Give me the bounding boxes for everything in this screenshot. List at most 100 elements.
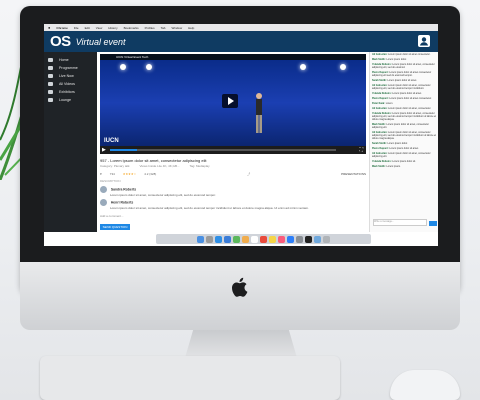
calendar-icon[interactable]	[251, 235, 258, 243]
chat-author[interactable]: Peter Kwai:	[372, 102, 386, 105]
screen: ● Chrome File Edit View History Bookmark…	[44, 24, 438, 246]
finder-icon[interactable]	[197, 235, 204, 243]
chat-author[interactable]: Pierre Dupont:	[372, 97, 389, 100]
menu-item[interactable]: Help	[188, 26, 194, 30]
comment-input[interactable]: Add a comment...	[100, 214, 200, 218]
menu-item[interactable]: Profiles	[145, 26, 155, 30]
share-icon[interactable]: ⤴	[247, 172, 250, 176]
logo-subtitle: Virtual event	[75, 36, 126, 47]
safari-icon[interactable]	[215, 235, 222, 243]
chat-author[interactable]: Ali Goksolan:	[372, 53, 388, 56]
maps-icon[interactable]	[233, 235, 240, 243]
chat-author[interactable]: Mark Smith:	[372, 165, 386, 168]
mouse	[390, 370, 460, 400]
chat-author[interactable]: Sarah Smith:	[372, 142, 387, 145]
chat-text: Lorem ipsum dolor sit amet.	[392, 92, 422, 95]
terminal-icon[interactable]	[305, 235, 312, 243]
video-views: Views Inside Lite 4K, 4K,GB...	[139, 164, 180, 168]
play-button[interactable]	[222, 94, 238, 108]
chat-text: Lorem ipsum.	[386, 165, 401, 168]
chat-text: Lorem ipsum dolor sit amet.	[389, 147, 419, 150]
player-controls: ▶ ⛶	[100, 146, 366, 154]
sidebar-item-label: Home	[59, 58, 69, 62]
main-content: UICN Virtual Event Tech IUCN ▶ ⛶ 957 - L…	[97, 52, 369, 232]
chat-author[interactable]: Pierre Dupont:	[372, 147, 389, 150]
chat-message: Yolanda Reboiro: Lorem ipsum dolor sit a…	[370, 62, 438, 70]
logo-main[interactable]: OS	[50, 33, 71, 50]
stage-light	[340, 64, 346, 70]
chat-message: Mark Smith: Lorem ipsum.	[370, 164, 438, 169]
chat-message: Ali Goksolan: Lorem ipsum dolor sit amet…	[370, 83, 438, 91]
menu-item[interactable]: File	[74, 26, 79, 30]
like-count: 734	[109, 171, 115, 176]
play-icon[interactable]: ▶	[102, 147, 106, 153]
like-icon[interactable]: ♥	[100, 172, 102, 176]
macos-menubar: ● Chrome File Edit View History Bookmark…	[44, 24, 438, 31]
chat-author[interactable]: Mark Smith:	[372, 58, 386, 61]
apple-menu-icon[interactable]: ●	[48, 25, 50, 30]
chat-author[interactable]: Ali Goksolan:	[372, 107, 388, 110]
menu-item[interactable]: Edit	[85, 26, 90, 30]
settings-icon[interactable]	[296, 235, 303, 243]
presentations-button[interactable]: PRESENTATIONS	[341, 172, 366, 176]
comment-text: Lorem ipsum dolor sit amet, consectetur …	[110, 206, 309, 210]
chat-send-button[interactable]	[429, 221, 437, 226]
chat-message: Mark Smith: Lorem ipsum dolor sit amet, …	[370, 122, 438, 130]
comment-author[interactable]: Sandra Roberts	[111, 187, 136, 191]
avatar	[100, 199, 107, 206]
comment-author[interactable]: Henri Roberts	[111, 200, 133, 204]
avatar	[100, 186, 107, 193]
sidebar-item-live-now[interactable]: Live Now	[44, 72, 97, 80]
trash-icon[interactable]	[323, 235, 330, 243]
menu-item[interactable]: History	[108, 26, 117, 30]
menu-item[interactable]: Bookmarks	[124, 26, 139, 30]
rating-stars[interactable]: ★★★★☆	[123, 172, 136, 176]
menu-item[interactable]: Tab	[161, 26, 166, 30]
chat-text: Lorem.	[385, 102, 394, 105]
chrome-icon[interactable]	[260, 235, 267, 243]
send-question-button[interactable]: SEND QUESTION	[100, 224, 130, 230]
chat-text: Lorem ipsum dolor sit.	[392, 160, 416, 163]
video-icon	[48, 82, 53, 86]
stage-light	[300, 64, 306, 70]
fullscreen-icon[interactable]: ⛶	[359, 147, 363, 153]
appstore-icon[interactable]	[287, 235, 294, 243]
menu-item[interactable]: View	[96, 26, 102, 30]
sidebar-item-label: Programme	[59, 66, 78, 70]
video-actions: ♥ 734 ★★★★☆ 4.2 (328) ⤴ PRESENTATIONS	[100, 170, 366, 177]
stage-light	[146, 64, 152, 70]
menu-item[interactable]: Window	[171, 26, 182, 30]
sidebar-item-exhibitors[interactable]: Exhibitors	[44, 88, 97, 96]
folder-icon[interactable]	[314, 235, 321, 243]
photos-icon[interactable]	[242, 235, 249, 243]
video-tag[interactable]: Tag: Mediaplay	[189, 164, 209, 168]
chat-panel: Ali Goksolan: Lorem ipsum dolor sit amet…	[369, 52, 438, 232]
macos-dock	[156, 234, 371, 244]
music-icon[interactable]	[278, 235, 285, 243]
chat-input[interactable]: Write a message...	[373, 219, 427, 226]
sidebar-item-programme[interactable]: Programme	[44, 64, 97, 72]
sidebar: Home Programme Live Now All Videos Exhib…	[44, 52, 97, 232]
chat-author[interactable]: Yolanda Reboiro:	[372, 92, 392, 95]
sidebar-item-home[interactable]: Home	[44, 56, 97, 64]
mail-icon[interactable]	[224, 235, 231, 243]
sidebar-item-label: Live Now	[59, 74, 74, 78]
chat-message: Pierre Dupont: Lorem ipsum dolor sit ame…	[370, 70, 438, 78]
speaker-figure	[256, 93, 262, 133]
user-account-icon[interactable]	[418, 35, 430, 47]
progress-bar[interactable]	[110, 149, 336, 151]
chat-author[interactable]: Yolanda Reboiro:	[372, 160, 392, 163]
launchpad-icon[interactable]	[206, 235, 213, 243]
notes-icon[interactable]	[269, 235, 276, 243]
menu-item[interactable]: Chrome	[56, 26, 67, 30]
sidebar-item-label: All Videos	[59, 82, 75, 86]
chat-text: Lorem ipsum dolor.	[387, 142, 408, 145]
video-title: 957 - Lorem ipsum dolor sit amet, consec…	[100, 158, 207, 163]
sidebar-item-lounge[interactable]: Lounge	[44, 96, 97, 104]
app-header: OS Virtual event	[44, 31, 438, 52]
sidebar-item-all-videos[interactable]: All Videos	[44, 80, 97, 88]
chat-author[interactable]: Sarah Smith:	[372, 79, 387, 82]
live-icon	[48, 74, 53, 78]
video-player[interactable]: UICN Virtual Event Tech IUCN ▶ ⛶	[100, 54, 366, 154]
chat-message: Ali Goksolan: Lorem ipsum dolor sit amet…	[370, 151, 438, 159]
